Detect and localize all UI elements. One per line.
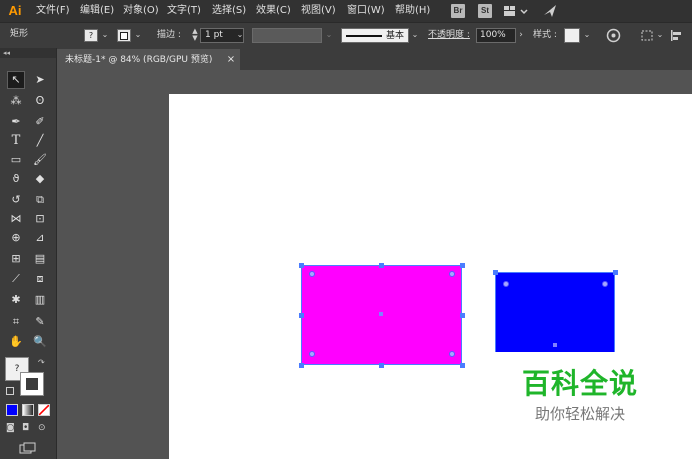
- draw-inside-icon[interactable]: ⊙: [38, 422, 52, 434]
- screen-mode-icon[interactable]: [19, 442, 37, 455]
- selection-tool-icon[interactable]: ↖: [7, 71, 25, 89]
- graphic-style-swatch[interactable]: [564, 28, 580, 43]
- corner-widget[interactable]: [503, 281, 509, 287]
- brush-label: 基本: [386, 31, 405, 41]
- slice-tool-icon[interactable]: ✎: [31, 313, 49, 331]
- opacity-label[interactable]: 不透明度 :: [428, 29, 470, 41]
- column-graph-tool-icon[interactable]: ▥: [31, 291, 49, 309]
- rotate-tool-icon[interactable]: ↺: [7, 191, 25, 209]
- selection-handle[interactable]: [379, 263, 384, 268]
- selection-handle[interactable]: [460, 363, 465, 368]
- paintbrush-tool-icon[interactable]: 🖌: [31, 151, 49, 169]
- line-tool-icon[interactable]: ╱: [31, 132, 49, 150]
- fill-swatch[interactable]: ?: [84, 29, 98, 42]
- selection-handle[interactable]: [460, 313, 465, 318]
- selection-handle[interactable]: [299, 263, 304, 268]
- bridge-button[interactable]: Br: [451, 4, 465, 18]
- align-icon[interactable]: [670, 28, 684, 43]
- scale-tool-icon[interactable]: ⧉: [31, 191, 49, 209]
- watermark-title: 百科全说: [521, 367, 638, 400]
- gradient-tool-icon[interactable]: ▤: [31, 250, 49, 268]
- chevron-down-icon: ⌄: [325, 30, 333, 39]
- stepper-icon[interactable]: ▲ ▼: [190, 28, 200, 42]
- menu-window[interactable]: 窗口(W): [347, 4, 385, 18]
- default-fill-stroke-icon[interactable]: [6, 387, 14, 395]
- none-mode-icon[interactable]: [38, 404, 50, 416]
- chevron-down-icon[interactable]: ⌄: [133, 29, 143, 42]
- stock-button[interactable]: St: [478, 4, 492, 18]
- zoom-tool-icon[interactable]: 🔍: [31, 333, 49, 351]
- chevron-right-icon[interactable]: ›: [516, 29, 526, 42]
- eyedropper-tool-icon[interactable]: ⟋: [7, 270, 25, 288]
- center-point: [379, 312, 383, 316]
- width-tool-icon[interactable]: ⋈: [7, 210, 25, 228]
- selection-handle[interactable]: [379, 363, 384, 368]
- free-transform-tool-icon[interactable]: ⊡: [31, 210, 49, 228]
- swap-fill-stroke-icon[interactable]: ↷: [38, 358, 47, 367]
- collapse-panel-icon[interactable]: ◂◂: [0, 48, 56, 58]
- stroke-label: 描边 :: [157, 30, 181, 40]
- corner-widget[interactable]: [602, 281, 608, 287]
- chevron-down-icon[interactable]: ⌄: [100, 29, 110, 42]
- corner-widget[interactable]: [449, 351, 455, 357]
- menu-type[interactable]: 文字(T): [167, 4, 201, 18]
- opacity-field[interactable]: 100%: [476, 28, 516, 43]
- curvature-tool-icon[interactable]: ✐: [31, 113, 49, 131]
- magic-wand-tool-icon[interactable]: ⁂: [7, 92, 25, 110]
- pen-tool-icon[interactable]: ✒: [7, 113, 25, 131]
- menu-file[interactable]: 文件(F): [36, 4, 70, 18]
- selection-handle[interactable]: [299, 363, 304, 368]
- chevron-down-icon[interactable]: ⌄: [236, 29, 244, 42]
- arrange-documents-icon[interactable]: [504, 5, 534, 18]
- type-tool-icon[interactable]: T: [7, 132, 25, 150]
- rectangle-tool-icon[interactable]: ▭: [7, 151, 25, 169]
- menu-effect[interactable]: 效果(C): [256, 4, 291, 18]
- style-label: 样式 :: [533, 30, 557, 40]
- draw-behind-icon[interactable]: ◘: [22, 422, 36, 434]
- stroke-swatch[interactable]: [117, 29, 131, 42]
- menu-help[interactable]: 帮助(H): [395, 4, 430, 18]
- shaper-tool-icon[interactable]: ϑ: [7, 170, 25, 188]
- app-logo: Ai: [8, 3, 22, 18]
- brush-definition[interactable]: 基本: [341, 28, 409, 43]
- artboard-tool-icon[interactable]: ⌗: [7, 313, 25, 331]
- direct-selection-tool-icon[interactable]: ➤: [31, 71, 49, 89]
- stroke-indicator[interactable]: [20, 372, 44, 396]
- selection-handle[interactable]: [299, 313, 304, 318]
- menu-object[interactable]: 对象(O): [123, 4, 159, 18]
- selection-type-label: 矩形: [10, 29, 29, 39]
- symbol-sprayer-tool-icon[interactable]: ✱: [7, 291, 25, 309]
- color-mode-icon[interactable]: [6, 404, 18, 416]
- chevron-down-icon[interactable]: ⌄: [656, 29, 664, 42]
- eraser-tool-icon[interactable]: ◆: [31, 170, 49, 188]
- watermark-subtitle: 助你轻松解决: [534, 405, 625, 423]
- gradient-mode-icon[interactable]: [22, 404, 34, 416]
- center-point: [553, 343, 557, 347]
- chevron-down-icon[interactable]: ⌄: [582, 29, 592, 42]
- chevron-down-icon[interactable]: ⌄: [410, 29, 420, 42]
- draw-normal-icon[interactable]: ◙: [6, 422, 20, 434]
- color-wheel-icon[interactable]: [606, 28, 621, 43]
- corner-widget[interactable]: [309, 271, 315, 277]
- menu-edit[interactable]: 编辑(E): [80, 4, 114, 18]
- perspective-grid-tool-icon[interactable]: ⊿: [31, 229, 49, 247]
- selection-handle[interactable]: [493, 270, 498, 275]
- rocket-icon[interactable]: [542, 3, 558, 19]
- corner-widget[interactable]: [449, 271, 455, 277]
- blend-tool-icon[interactable]: ⧈: [31, 270, 49, 288]
- mesh-tool-icon[interactable]: ⊞: [7, 250, 25, 268]
- selection-handle[interactable]: [460, 263, 465, 268]
- selection-handle[interactable]: [613, 270, 618, 275]
- shape-builder-tool-icon[interactable]: ⊕: [7, 229, 25, 247]
- variable-width-profile[interactable]: [252, 28, 322, 43]
- lasso-tool-icon[interactable]: ʘ: [31, 92, 49, 110]
- menu-view[interactable]: 视图(V): [301, 4, 336, 18]
- corner-widget[interactable]: [309, 351, 315, 357]
- close-icon[interactable]: ×: [226, 53, 236, 67]
- transform-icon[interactable]: [640, 28, 656, 43]
- hand-tool-icon[interactable]: ✋: [7, 333, 25, 351]
- document-tab-title: 未标题-1* @ 84% (RGB/GPU 预览): [65, 55, 213, 65]
- menu-select[interactable]: 选择(S): [212, 4, 246, 18]
